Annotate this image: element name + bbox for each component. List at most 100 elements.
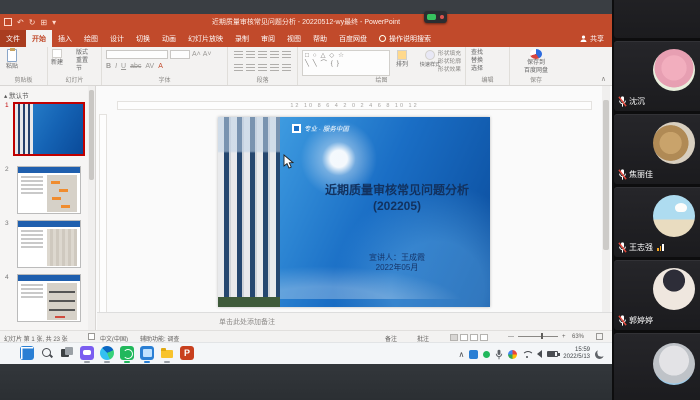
tray-meeting-icon[interactable] xyxy=(469,350,478,359)
main-scrollbar[interactable] xyxy=(602,86,610,312)
tab-file[interactable]: 文件 xyxy=(0,30,26,47)
tab-view[interactable]: 视图 xyxy=(281,30,307,47)
chat-app-icon[interactable] xyxy=(80,346,94,360)
file-explorer-icon[interactable] xyxy=(160,346,174,360)
wifi-icon[interactable] xyxy=(522,351,532,358)
indent-decrease-icon[interactable] xyxy=(258,51,267,59)
section-header[interactable]: ▴ 默认节 xyxy=(4,90,29,100)
notes-pane[interactable]: 单击此处添加备注 xyxy=(97,312,612,330)
share-button[interactable]: 共享 xyxy=(572,30,612,47)
tab-record[interactable]: 录制 xyxy=(229,30,255,47)
tell-me-search[interactable]: 操作说明搜索 xyxy=(373,30,437,47)
participant-tile[interactable]: 沈沉 xyxy=(614,41,700,111)
align-center-icon[interactable] xyxy=(246,64,255,72)
main-scrollbar-thumb[interactable] xyxy=(603,100,609,250)
slide-thumbnail-3[interactable] xyxy=(17,220,81,268)
collapse-ribbon-icon[interactable]: ∧ xyxy=(601,75,606,83)
proofing-icon[interactable] xyxy=(88,333,95,340)
select-button[interactable]: 选择 xyxy=(471,65,483,73)
tab-baidu-netdisk[interactable]: 百度网盘 xyxy=(333,30,373,47)
tab-help[interactable]: 帮助 xyxy=(307,30,333,47)
zoom-in-button[interactable]: + xyxy=(562,334,566,340)
participant-tile[interactable]: 王志强 xyxy=(614,187,700,257)
notification-moon-icon[interactable] xyxy=(595,350,604,359)
fit-to-window-icon[interactable] xyxy=(596,333,603,340)
shape-effects-button[interactable]: 形状效果 xyxy=(438,66,461,74)
tab-transitions[interactable]: 切换 xyxy=(130,30,156,47)
tab-insert[interactable]: 插入 xyxy=(52,30,78,47)
justify-icon[interactable] xyxy=(270,64,279,72)
grow-font-icon[interactable]: A˄ xyxy=(192,51,201,58)
slide-canvas[interactable]: 专业 · 服务中国 近期质量审核常见问题分析 (202205) 宣讲人：王成霞 … xyxy=(218,117,490,307)
thumbnail-scrollbar-thumb[interactable] xyxy=(89,90,94,180)
participant-tile[interactable]: 焦丽佳 xyxy=(614,114,700,184)
align-right-icon[interactable] xyxy=(258,64,267,72)
participant-tile-partial[interactable] xyxy=(614,333,700,400)
start-button-icon[interactable] xyxy=(20,346,34,360)
battery-icon[interactable] xyxy=(547,351,558,357)
powerpoint-taskbar-icon[interactable]: P xyxy=(180,346,194,360)
paste-button[interactable]: 粘贴 xyxy=(6,47,18,71)
tab-slideshow[interactable]: 幻灯片放映 xyxy=(182,30,229,47)
slide-thumbnail-2[interactable] xyxy=(17,166,81,214)
thumb3-image xyxy=(47,229,77,266)
participant-tile-share[interactable]: 成霞的屏幕共享 xyxy=(614,0,700,38)
tray-chevron-icon[interactable]: ∧ xyxy=(458,350,464,359)
columns-icon[interactable] xyxy=(282,64,291,72)
taskbar-clock[interactable]: 15:59 2022/5/13 xyxy=(563,347,590,361)
tab-animations[interactable]: 动画 xyxy=(156,30,182,47)
shrink-font-icon[interactable]: A˅ xyxy=(203,51,212,58)
edge-browser-icon[interactable] xyxy=(100,346,114,360)
underline-button[interactable]: U xyxy=(121,63,126,70)
tray-microphone-icon[interactable] xyxy=(495,349,503,360)
thumbnail-scrollbar[interactable] xyxy=(88,86,95,330)
zoom-slider-thumb[interactable] xyxy=(541,333,543,339)
arrange-button[interactable]: 排列 xyxy=(396,48,408,69)
indent-increase-icon[interactable] xyxy=(270,51,279,59)
replace-button[interactable]: 替换 xyxy=(471,57,483,65)
tab-draw[interactable]: 绘图 xyxy=(78,30,104,47)
meeting-float-badge[interactable] xyxy=(424,11,447,23)
tab-design[interactable]: 设计 xyxy=(104,30,130,47)
shape-fill-button[interactable]: 形状填充 xyxy=(438,50,461,58)
tab-home[interactable]: 开始 xyxy=(26,30,52,47)
save-to-baidu-button[interactable]: 保存到 百度网盘 xyxy=(524,47,548,75)
zoom-out-button[interactable]: — xyxy=(508,334,514,340)
shapes-gallery[interactable]: □ ○ △ ◇ ☆ ╲ ╲ ⌒ { } xyxy=(302,50,390,76)
slide-thumbnail-4[interactable] xyxy=(17,274,81,322)
font-size-box[interactable] xyxy=(170,50,190,59)
participant-tile[interactable]: 郭婷婷 xyxy=(614,260,700,330)
green-app-icon[interactable] xyxy=(120,346,134,360)
slideshow-view-button[interactable] xyxy=(480,334,488,341)
align-left-icon[interactable] xyxy=(234,64,243,72)
new-slide-button[interactable]: 新建 xyxy=(51,47,63,67)
zoom-percentage[interactable]: 63% xyxy=(572,334,584,340)
bullets-icon[interactable] xyxy=(234,51,243,59)
taskbar-search-icon[interactable] xyxy=(40,346,54,360)
task-view-icon[interactable] xyxy=(60,346,74,360)
find-button[interactable]: 查找 xyxy=(471,49,483,57)
tray-green-icon[interactable] xyxy=(483,351,490,358)
tray-color-app-icon[interactable] xyxy=(508,350,517,359)
layout-button[interactable]: 版式 xyxy=(76,49,88,57)
sorter-view-button[interactable] xyxy=(460,334,468,341)
font-color-icon[interactable]: A xyxy=(158,63,163,70)
meeting-app-icon[interactable] xyxy=(140,346,154,360)
bold-button[interactable]: B xyxy=(106,63,111,70)
section-button[interactable]: 节 xyxy=(76,65,88,73)
notes-placeholder[interactable]: 单击此处添加备注 xyxy=(219,317,275,327)
reading-view-button[interactable] xyxy=(470,334,478,341)
normal-view-button[interactable] xyxy=(450,334,458,341)
zoom-slider[interactable] xyxy=(518,336,558,337)
shape-outline-button[interactable]: 形状轮廓 xyxy=(438,58,461,66)
numbering-icon[interactable] xyxy=(246,51,255,59)
font-name-box[interactable] xyxy=(106,50,168,59)
line-spacing-icon[interactable] xyxy=(282,51,291,59)
char-spacing-icon[interactable]: AV xyxy=(145,63,154,70)
italic-button[interactable]: I xyxy=(115,63,117,70)
strikethrough-button[interactable]: abc xyxy=(130,63,141,70)
tab-review[interactable]: 审阅 xyxy=(255,30,281,47)
reset-button[interactable]: 重置 xyxy=(76,57,88,65)
volume-icon[interactable] xyxy=(537,350,542,358)
slide-thumbnail-1[interactable] xyxy=(13,102,85,156)
